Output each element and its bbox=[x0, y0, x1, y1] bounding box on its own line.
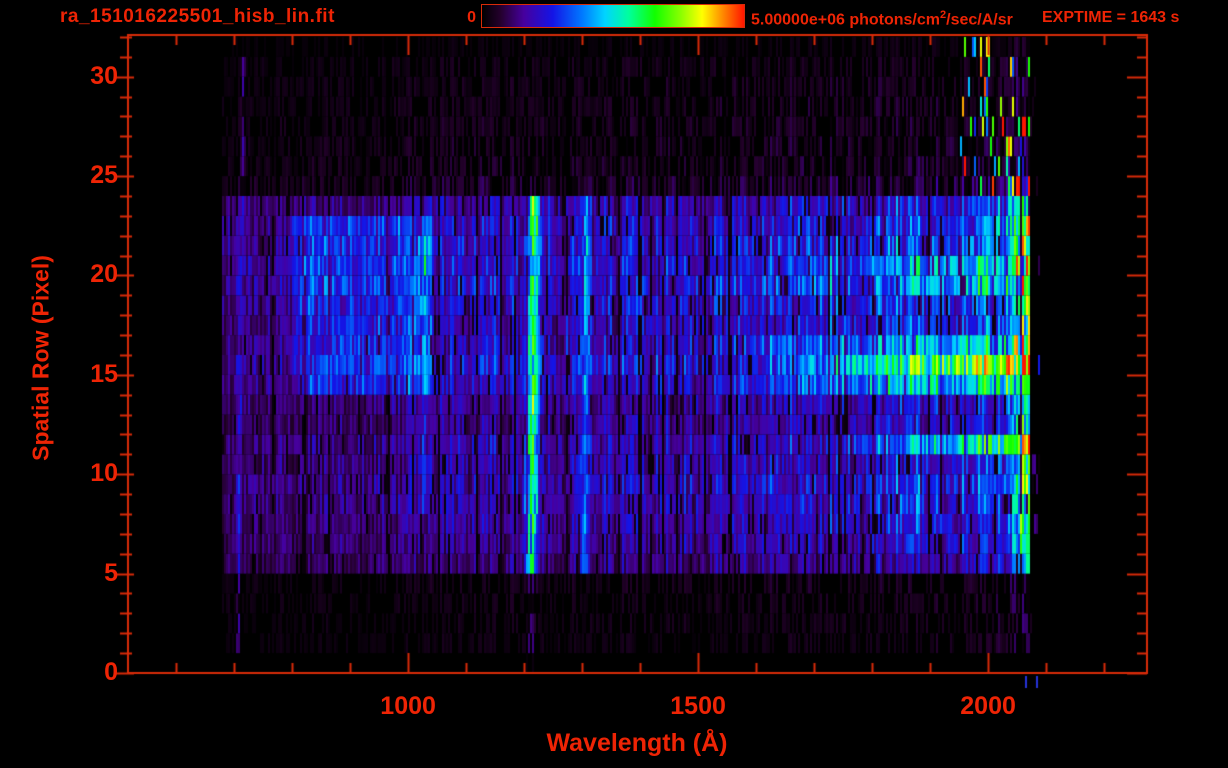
colorbar-min-label: 0 bbox=[467, 9, 476, 26]
y-tick-label: 10 bbox=[90, 459, 118, 488]
plot-title: ra_151016225501_hisb_lin.fit bbox=[60, 6, 335, 27]
colorbar bbox=[481, 4, 745, 28]
x-tick-label: 1000 bbox=[380, 692, 436, 720]
y-tick-label: 5 bbox=[104, 558, 118, 587]
y-tick-label: 0 bbox=[104, 658, 118, 686]
y-tick-label: 20 bbox=[90, 260, 118, 289]
x-tick-label: 2000 bbox=[960, 692, 1016, 720]
y-tick-label: 30 bbox=[90, 61, 118, 90]
plot-window: ra_151016225501_hisb_lin.fit 0 5.00000e+… bbox=[0, 0, 1228, 768]
y-tick-label: 15 bbox=[90, 359, 118, 388]
x-tick-label: 1500 bbox=[670, 692, 726, 720]
colorbar-unit-suffix: /sec/A/sr bbox=[946, 11, 1013, 29]
x-axis-title: Wavelength (Å) bbox=[546, 729, 728, 757]
exptime-label: EXPTIME = 1643 s bbox=[1042, 9, 1180, 26]
spectrogram-heatmap-canvas bbox=[0, 0, 1228, 768]
y-tick-label: 25 bbox=[90, 161, 118, 190]
colorbar-max-value: 5.00000e+06 bbox=[751, 11, 845, 29]
colorbar-unit-prefix: photons/cm bbox=[849, 11, 940, 29]
colorbar-max-label: 5.00000e+06 photons/cm2/sec/A/sr bbox=[751, 9, 1013, 29]
